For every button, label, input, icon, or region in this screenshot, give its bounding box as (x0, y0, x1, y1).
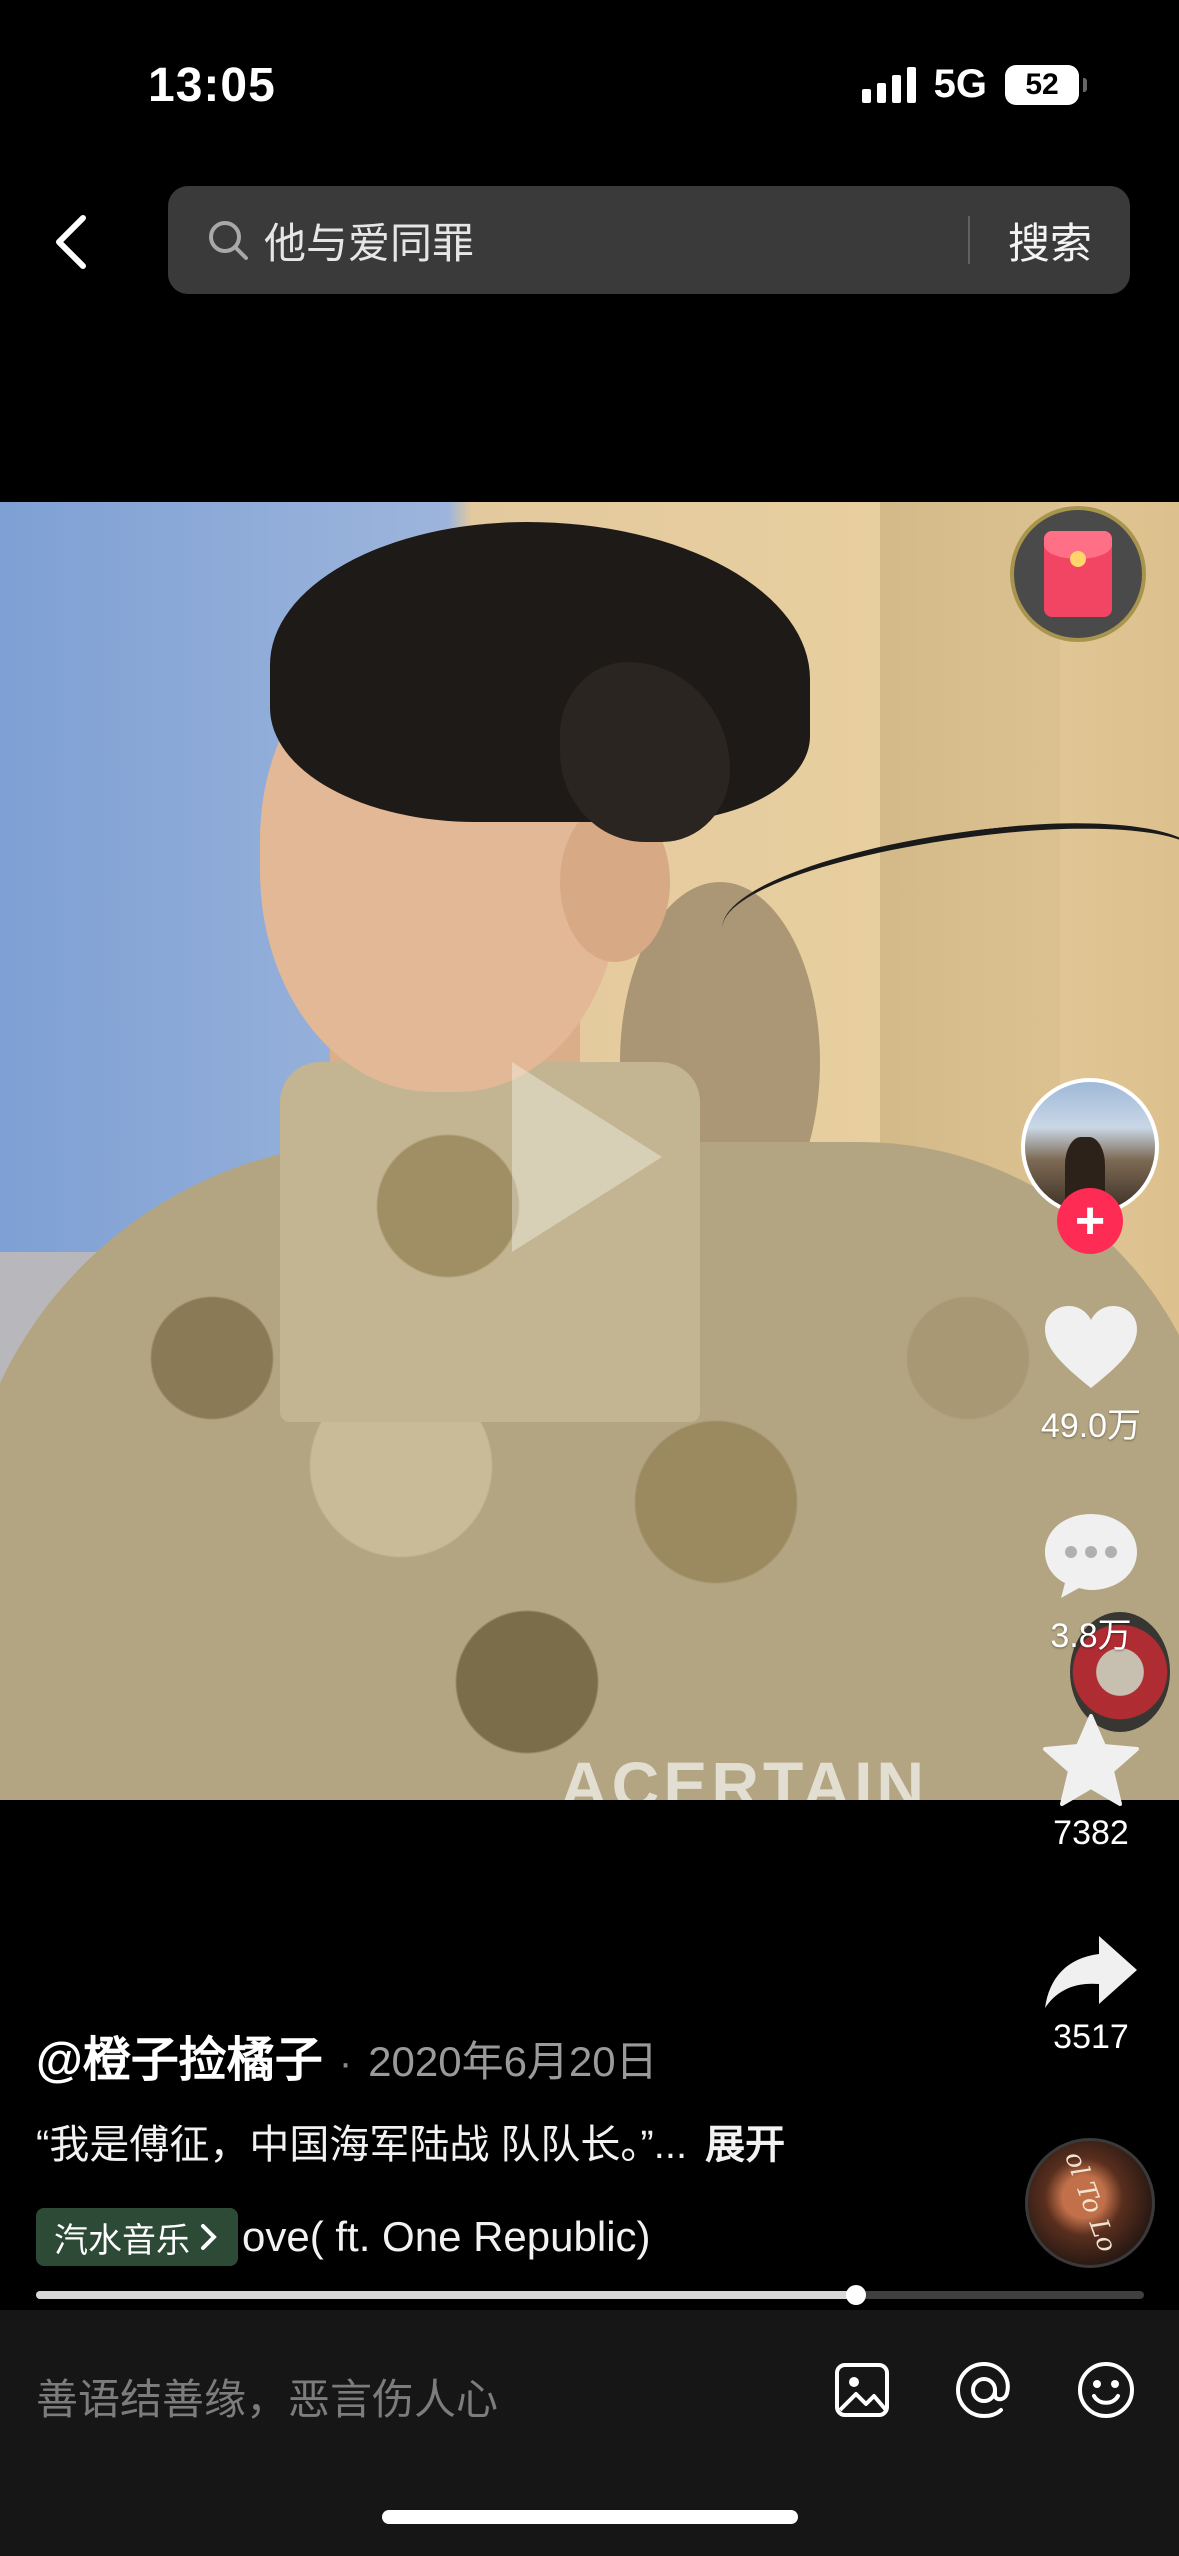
comment-count: 3.8万 (1050, 1617, 1132, 1655)
emoji-icon[interactable] (1074, 2358, 1138, 2422)
progress-knob[interactable] (845, 2285, 866, 2305)
signal-icon (861, 66, 916, 103)
follow-button[interactable]: + (1057, 1188, 1123, 1254)
comment-bubble-icon (1045, 1514, 1137, 1598)
chevron-right-icon (201, 2224, 217, 2250)
video-player[interactable]: ACERTAIN (0, 502, 1179, 1800)
play-icon[interactable] (512, 1062, 662, 1252)
post-description[interactable]: “我是傅征，中国海军陆战 队队长。”... 展开 (36, 2112, 785, 2170)
favorite-count: 7382 (1053, 1814, 1129, 1852)
comment-bar: 善语结善缘，恶言伤人心 (0, 2310, 1179, 2556)
heart-icon (1045, 1306, 1137, 1388)
disc-text: ol To Lo (1058, 2147, 1123, 2257)
music-row[interactable]: 汽水音乐 ove( ft. One Republic) (36, 2208, 651, 2266)
music-tag-label: 汽水音乐 (54, 2221, 190, 2260)
share-arrow-icon (1045, 1936, 1137, 2008)
description-text: “我是傅征，中国海军陆战 队队长。”... (36, 2123, 688, 2167)
image-icon[interactable] (830, 2358, 894, 2422)
status-indicators: 5G 52 (861, 62, 1087, 107)
author-name[interactable]: @橙子捡橘子 (36, 2020, 323, 2090)
video-progress-bar[interactable] (36, 2285, 1144, 2305)
red-packet-icon[interactable] (1010, 506, 1146, 642)
like-count: 49.0万 (1040, 1407, 1142, 1445)
battery-icon: 52 (1005, 64, 1087, 105)
home-indicator[interactable] (382, 2510, 798, 2524)
separator: · (338, 2041, 353, 2085)
post-date: 2020年6月20日 (368, 2038, 658, 2085)
at-icon[interactable] (952, 2358, 1016, 2422)
like-button[interactable]: 49.0万 (1030, 1302, 1152, 1447)
song-title: ove( ft. One Republic) (242, 2213, 651, 2260)
comment-input[interactable]: 善语结善缘，恶言伤人心 (36, 2366, 498, 2427)
jacket-print: ACERTAIN (560, 1748, 929, 1800)
status-time: 13:05 (148, 59, 276, 112)
music-disc[interactable]: ol To Lo (1025, 2138, 1155, 2268)
share-count: 3517 (1053, 2018, 1129, 2056)
expand-button[interactable]: 展开 (705, 2123, 785, 2167)
back-arrow-icon[interactable] (46, 210, 96, 274)
share-button[interactable]: 3517 (1030, 1932, 1152, 2057)
battery-level: 52 (1025, 67, 1059, 101)
music-tag[interactable]: 汽水音乐 (36, 2208, 238, 2266)
network-type: 5G (933, 62, 987, 106)
search-bar[interactable]: 他与爱同罪 搜索 (168, 186, 1130, 294)
search-icon (209, 221, 248, 260)
progress-fill (36, 2291, 856, 2299)
star-icon (1043, 1714, 1139, 1806)
author-line: @橙子捡橘子 · 2020年6月20日 (36, 2020, 658, 2090)
favorite-button[interactable]: 7382 (1030, 1712, 1152, 1853)
search-input[interactable]: 他与爱同罪 (264, 210, 968, 271)
search-button[interactable]: 搜索 (970, 210, 1130, 271)
comment-button[interactable]: 3.8万 (1030, 1510, 1152, 1657)
